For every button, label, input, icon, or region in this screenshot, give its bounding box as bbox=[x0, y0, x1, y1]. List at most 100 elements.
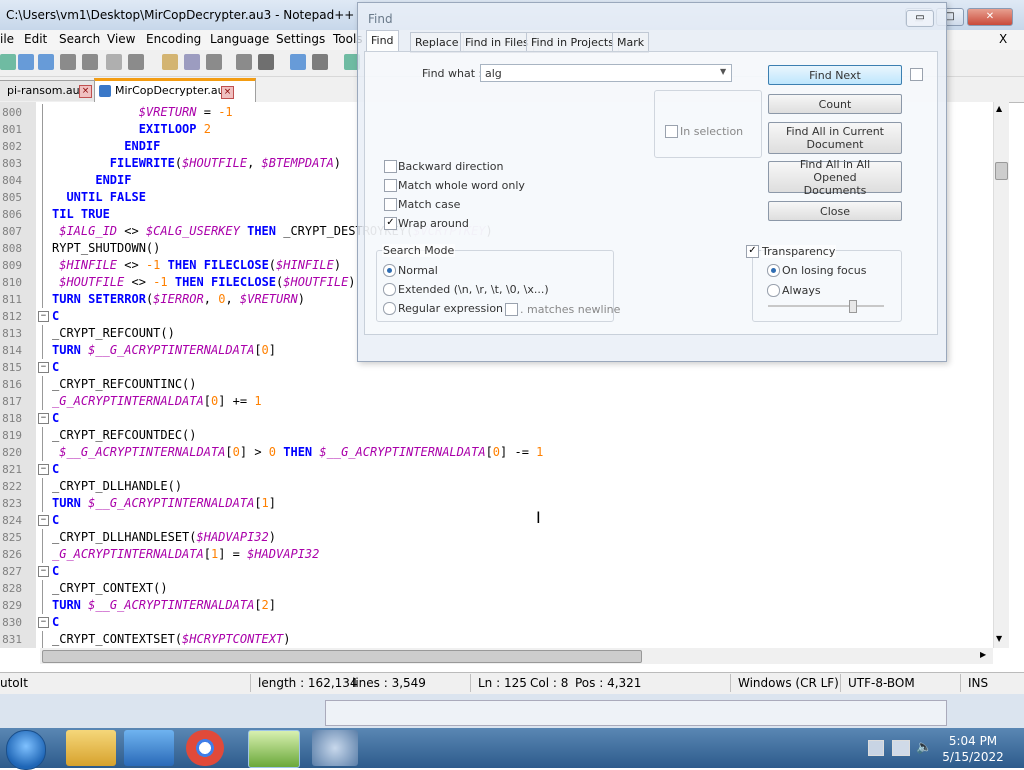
status-col: Col : 8 bbox=[530, 676, 569, 690]
tab-mircopdecrypter[interactable]: MirCopDecrypter.au3 × bbox=[94, 78, 256, 103]
action-center-icon[interactable] bbox=[868, 740, 884, 756]
option-label: Match whole word only bbox=[398, 179, 525, 192]
menu-item[interactable]: ile bbox=[0, 32, 14, 46]
option-checkbox[interactable] bbox=[384, 198, 397, 211]
clock[interactable]: 5:04 PM 5/15/2022 bbox=[940, 734, 1006, 764]
find-what-input[interactable]: alg bbox=[480, 64, 732, 82]
fold-icon[interactable]: − bbox=[38, 362, 49, 373]
search-mode-radio[interactable] bbox=[383, 302, 396, 315]
vertical-scroll-thumb[interactable] bbox=[995, 162, 1008, 180]
find-collapse-button[interactable]: ▭ bbox=[906, 10, 934, 27]
menu-item[interactable]: Settings bbox=[276, 32, 325, 46]
media-player-icon[interactable] bbox=[124, 730, 174, 766]
find-tab[interactable]: Mark bbox=[612, 32, 650, 53]
line-number: 828 bbox=[2, 582, 22, 595]
start-button[interactable] bbox=[6, 730, 46, 770]
transparency-slider-thumb[interactable] bbox=[849, 300, 857, 313]
fold-icon[interactable]: − bbox=[38, 515, 49, 526]
code-token: TURN bbox=[52, 343, 81, 357]
toolbar-icon[interactable] bbox=[184, 54, 200, 70]
menu-item[interactable]: Language bbox=[210, 32, 269, 46]
option-checkbox[interactable]: ✓ bbox=[384, 217, 397, 230]
option-checkbox[interactable] bbox=[384, 179, 397, 192]
find-tab[interactable]: Find bbox=[366, 30, 399, 52]
menu-item[interactable]: Search bbox=[59, 32, 100, 46]
scroll-up-icon[interactable]: ▲ bbox=[996, 104, 1002, 113]
file-icon bbox=[99, 85, 111, 97]
find-extra-checkbox[interactable] bbox=[910, 68, 923, 81]
chrome-icon[interactable] bbox=[186, 730, 224, 766]
option-checkbox[interactable] bbox=[384, 160, 397, 173]
menu-item[interactable]: Encoding bbox=[146, 32, 201, 46]
volume-icon[interactable]: 🔈 bbox=[916, 740, 932, 755]
toolbar-icon[interactable] bbox=[290, 54, 306, 70]
autoit-icon[interactable] bbox=[312, 730, 358, 766]
toolbar-icon[interactable] bbox=[60, 54, 76, 70]
vertical-scrollbar[interactable] bbox=[993, 102, 1009, 648]
network-icon[interactable] bbox=[892, 740, 910, 756]
scroll-down-icon[interactable]: ▼ bbox=[996, 634, 1002, 643]
fold-icon[interactable]: − bbox=[38, 566, 49, 577]
code-token: $__G_ACRYPTINTERNALDATA bbox=[59, 445, 226, 459]
transparency-radio[interactable] bbox=[767, 284, 780, 297]
tab-pi-ransom[interactable]: pi-ransom.au3 × bbox=[0, 80, 98, 101]
status-separator bbox=[250, 674, 251, 692]
code-token: $__G_ACRYPTINTERNALDATA bbox=[88, 598, 255, 612]
find-next-button[interactable]: Find Next bbox=[768, 65, 902, 85]
fold-icon[interactable]: − bbox=[38, 617, 49, 628]
chevron-down-icon[interactable]: ▼ bbox=[720, 67, 726, 76]
code-token: FILECLOSE bbox=[203, 258, 269, 272]
toolbar-icon[interactable] bbox=[206, 54, 222, 70]
search-mode-radio[interactable] bbox=[383, 283, 396, 296]
menu-item[interactable]: View bbox=[107, 32, 135, 46]
toolbar-icon[interactable] bbox=[38, 54, 54, 70]
code-token: -1 bbox=[218, 105, 233, 119]
find-tab[interactable]: Find in Projects bbox=[526, 32, 619, 53]
explorer-icon[interactable] bbox=[66, 730, 116, 766]
fold-icon[interactable]: − bbox=[38, 311, 49, 322]
transparency-checkbox[interactable]: ✓ bbox=[746, 245, 759, 258]
horizontal-scroll-thumb[interactable] bbox=[42, 650, 642, 663]
in-selection-checkbox[interactable] bbox=[665, 125, 678, 138]
find-tab[interactable]: Replace bbox=[410, 32, 464, 53]
close-button[interactable]: ✕ bbox=[967, 8, 1013, 26]
fold-icon[interactable]: − bbox=[38, 464, 49, 475]
fold-icon[interactable]: − bbox=[38, 413, 49, 424]
transparency-slider-track[interactable] bbox=[768, 305, 884, 307]
toolbar-icon[interactable] bbox=[106, 54, 122, 70]
close-find-button[interactable]: Close bbox=[768, 201, 902, 221]
find-all-opened-button[interactable]: Find All in All Opened Documents bbox=[768, 158, 902, 197]
toolbar-icon[interactable] bbox=[312, 54, 328, 70]
code-line: 821 − C bbox=[0, 461, 1000, 478]
toolbar-icon[interactable] bbox=[82, 54, 98, 70]
toolbar-icon[interactable] bbox=[0, 54, 16, 70]
scroll-right-icon[interactable]: ▶ bbox=[980, 650, 986, 659]
code-line: 819 _CRYPT_REFCOUNTDEC() bbox=[0, 427, 1000, 444]
code-token: , bbox=[203, 292, 219, 306]
find-all-current-button[interactable]: Find All in Current Document bbox=[768, 122, 902, 154]
code-text: _CRYPT_REFCOUNTDEC() bbox=[52, 427, 197, 444]
toolbar-icon[interactable] bbox=[18, 54, 34, 70]
code-token: 0 bbox=[492, 445, 501, 459]
matches-newline-checkbox[interactable] bbox=[505, 303, 518, 316]
status-encoding: UTF-8-BOM bbox=[848, 676, 915, 690]
code-token: TURN bbox=[52, 496, 81, 510]
menu-item[interactable]: Edit bbox=[24, 32, 47, 46]
tab-close-icon[interactable]: × bbox=[79, 85, 92, 98]
find-tab[interactable]: Find in Files bbox=[460, 32, 534, 53]
count-button[interactable]: Count bbox=[768, 94, 902, 114]
code-line: 831 _CRYPT_CONTEXTSET($HCRYPTCONTEXT) bbox=[0, 631, 1000, 648]
toolbar-icon[interactable] bbox=[258, 54, 274, 70]
tab-close-icon[interactable]: × bbox=[221, 86, 234, 99]
transparency-radio[interactable] bbox=[767, 264, 780, 277]
menu-close-doc[interactable]: X bbox=[999, 32, 1007, 46]
toolbar-icon[interactable] bbox=[162, 54, 178, 70]
search-mode-radio[interactable] bbox=[383, 264, 396, 277]
toolbar-icon[interactable] bbox=[236, 54, 252, 70]
toolbar-icon[interactable] bbox=[128, 54, 144, 70]
notepadpp-taskbar-icon[interactable] bbox=[248, 730, 300, 768]
code-token: $HOUTFILE bbox=[182, 156, 248, 170]
code-token: $__G_ACRYPTINTERNALDATA bbox=[88, 496, 255, 510]
code-text: RYPT_SHUTDOWN() bbox=[52, 240, 160, 257]
